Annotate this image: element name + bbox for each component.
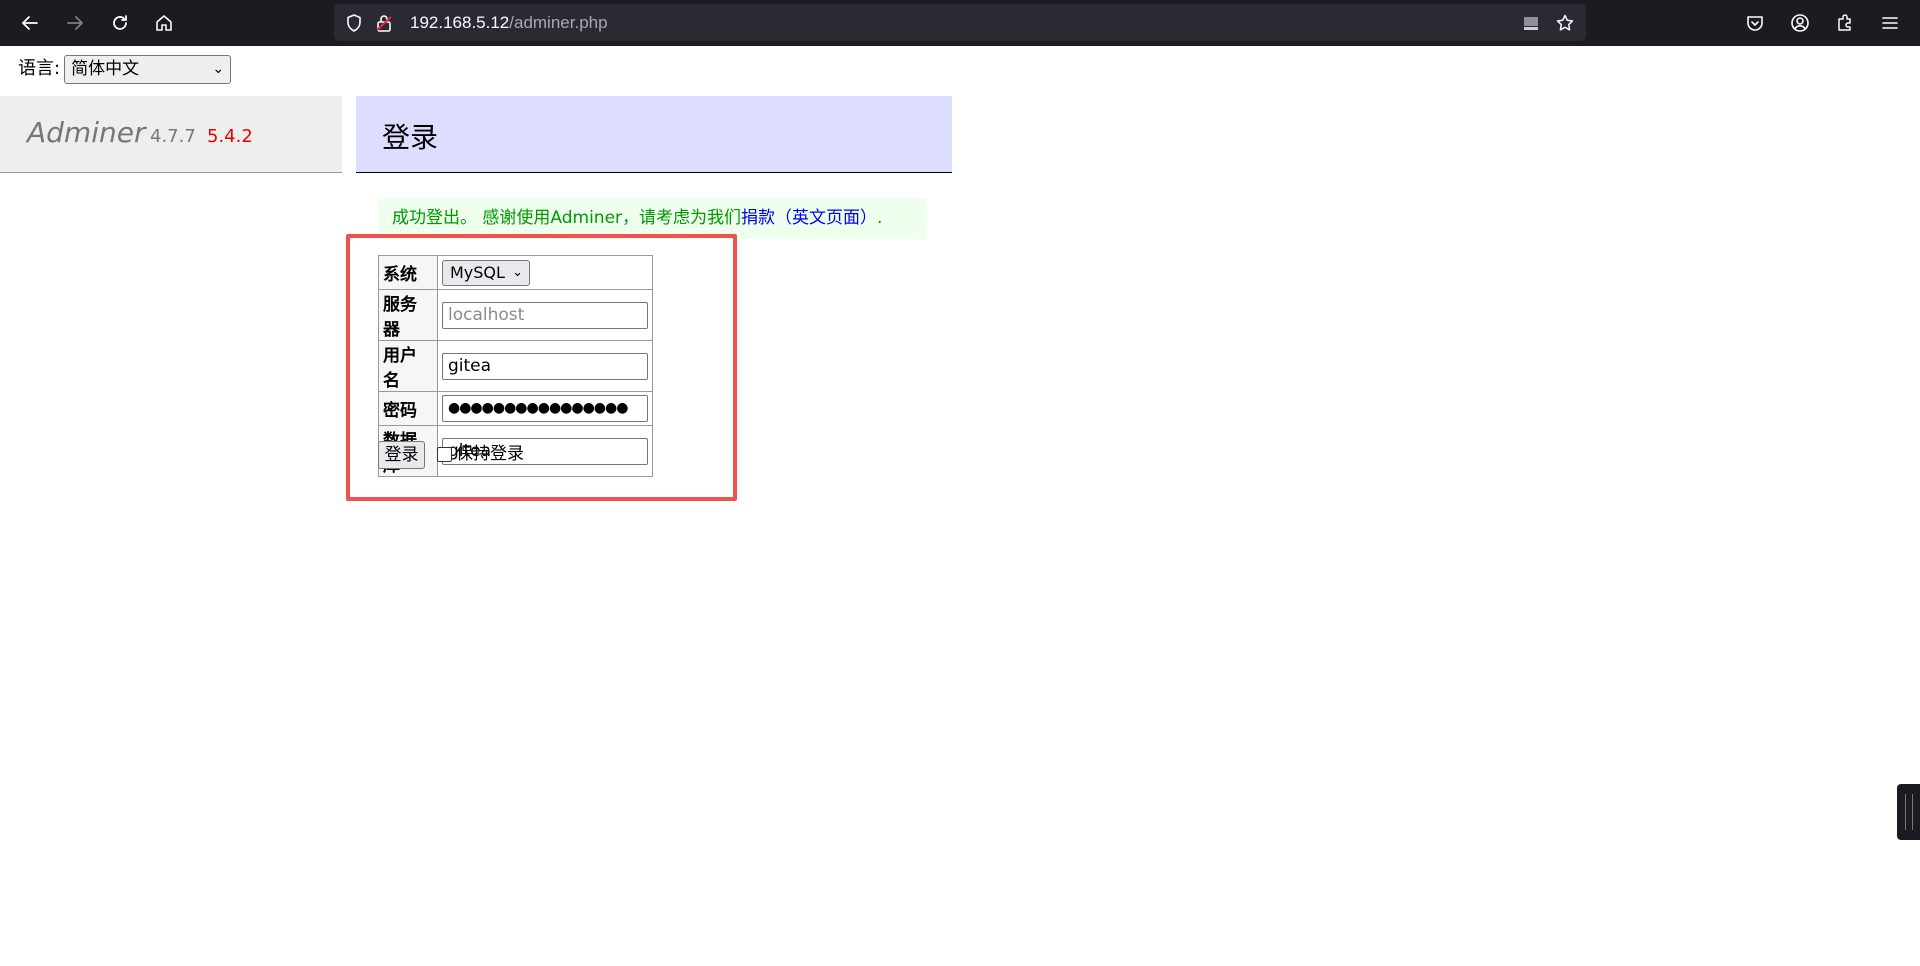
app-version: 4.7.7 [150,126,196,147]
remember-label[interactable]: 保持登录 [456,441,524,467]
password-row: 密码 ●●●●●●●●●●●●●●●● [378,391,653,426]
chevron-down-icon: ⌄ [512,264,523,280]
message-suffix: . [877,208,883,228]
system-select[interactable]: MySQL ⌄ [442,259,530,286]
browser-toolbar: 192.168.5.12/adminer.php [0,0,1920,46]
page-info-icon[interactable] [1521,13,1541,33]
forward-button[interactable] [60,8,90,38]
app-name-link[interactable]: Adminer [27,116,145,149]
new-version-link[interactable]: 5.4.2 [207,126,253,147]
sidebar-toggle-handle[interactable] [1897,784,1920,840]
back-button[interactable] [15,8,45,38]
shield-icon[interactable] [344,13,364,33]
url-bar[interactable]: 192.168.5.12/adminer.php [334,4,1586,41]
url-path: /adminer.php [509,13,608,32]
username-label: 用户名 [378,340,438,392]
grip-icon [1905,794,1913,830]
bookmark-star-icon[interactable] [1555,13,1575,33]
language-row: 语言: 简体中文 ⌄ [18,54,232,84]
system-row: 系统 MySQL ⌄ [378,255,653,290]
pocket-icon [1747,16,1763,31]
insecure-lock-icon[interactable] [374,13,394,33]
server-input[interactable]: localhost [442,301,648,329]
password-input[interactable]: ●●●●●●●●●●●●●●●● [442,395,648,422]
message-text: 成功登出。 感谢使用Adminer，请考虑为我们 [392,208,742,228]
pocket-button[interactable] [1740,8,1770,38]
menu-button[interactable] [1875,8,1905,38]
content-header: 登录 [356,96,952,173]
server-row: 服务器 localhost [378,289,653,341]
account-icon [1791,14,1809,32]
donate-link[interactable]: 捐款（英文页面） [741,208,877,228]
remember-checkbox[interactable] [437,446,452,462]
url-host: 192.168.5.12 [410,13,510,32]
login-button[interactable]: 登录 [378,441,425,469]
arrow-left-icon [22,16,38,30]
remember-login[interactable]: 保持登录 [437,441,524,467]
logout-message: 成功登出。 感谢使用Adminer，请考虑为我们捐款（英文页面）. [378,198,927,239]
page-title: 登录 [382,121,439,154]
server-label: 服务器 [378,289,438,341]
reload-icon [113,15,127,30]
system-value: MySQL [450,262,505,282]
puzzle-icon [1838,14,1851,31]
language-selected: 简体中文 [71,58,140,79]
menu-header: Adminer 4.7.7 5.4.2 [0,96,342,173]
language-select[interactable]: 简体中文 ⌄ [64,54,232,84]
extensions-button[interactable] [1830,8,1860,38]
home-icon [156,15,172,31]
password-label: 密码 [378,391,438,426]
account-button[interactable] [1785,8,1815,38]
reload-button[interactable] [105,8,135,38]
home-button[interactable] [149,8,179,38]
chevron-down-icon: ⌄ [212,60,225,77]
url-text[interactable]: 192.168.5.12/adminer.php [410,13,608,33]
arrow-right-icon [67,16,83,30]
language-label: 语言: [18,58,61,79]
hamburger-icon [1882,17,1898,29]
username-row: 用户名 gitea [378,340,653,392]
username-input[interactable]: gitea [442,352,648,380]
system-label: 系统 [378,255,438,290]
